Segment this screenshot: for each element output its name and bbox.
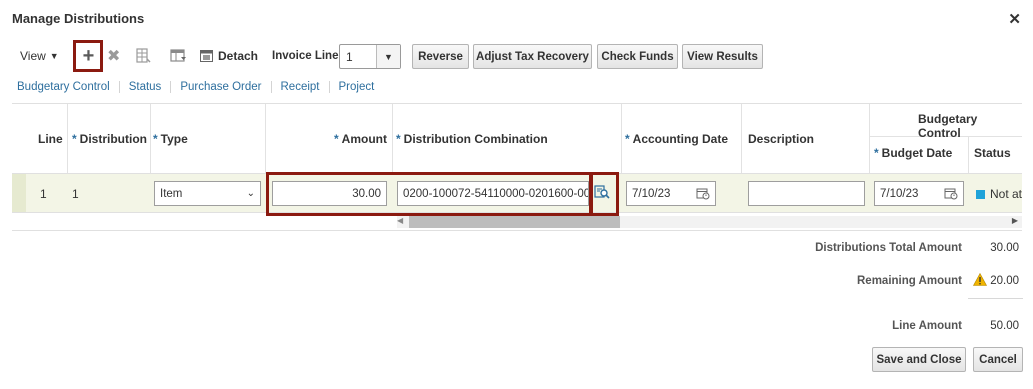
row-line: 1 [40,187,47,201]
type-select[interactable]: Item ⌄ [154,181,261,206]
col-group-budgetary-control: Budgetary Control [918,112,978,140]
invoice-line-select[interactable]: 1 ▼ [339,44,401,69]
col-status: Status [974,146,1011,160]
tab-project[interactable]: Project [330,81,384,93]
split-icon[interactable] [135,40,151,72]
col-description: Description [748,132,815,146]
col-amount: * Amount [334,132,387,146]
amount-combination-highlight [266,172,593,216]
distributions-total-label: Distributions Total Amount [815,242,962,254]
col-distribution-combination: * Distribution Combination [396,132,548,146]
close-icon[interactable]: ✕ [1008,10,1021,28]
calendar-icon[interactable] [696,187,710,200]
warning-icon [973,273,987,286]
status-indicator-icon [976,190,985,200]
line-amount-value: 50.00 [990,320,1019,332]
scroll-thumb[interactable] [409,216,620,228]
freeze-icon[interactable] [170,40,188,72]
reverse-button[interactable]: Reverse [412,44,469,69]
caret-down-icon: ▼ [49,51,59,61]
horizontal-scrollbar[interactable]: ◀ ▶ [12,214,1022,229]
col-budget-date: * Budget Date [874,146,953,160]
detach-label: Detach [218,49,259,63]
adjust-tax-recovery-button[interactable]: Adjust Tax Recovery [473,44,592,69]
search-icon-highlight [589,172,619,216]
view-menu[interactable]: View ▼ [20,40,59,72]
toolbar: View ▼ + ✖ Detach Invoice Line 1 ▼ Rever… [0,40,1033,74]
scroll-left-icon[interactable]: ◀ [397,216,403,225]
status-cell: Not atte [976,187,1022,201]
detach-icon [200,50,213,62]
col-line: Line [38,132,63,146]
tab-budgetary-control[interactable]: Budgetary Control [0,81,120,93]
table-header: Line * Distribution * Type * Amount * Distri… [12,103,1022,174]
detach-button[interactable]: Detach [200,40,258,72]
col-type: * Type [153,132,188,146]
line-amount-label: Line Amount [892,320,962,332]
remaining-amount-label: Remaining Amount [857,275,962,287]
cancel-button[interactable]: Cancel [973,347,1023,372]
budget-date-input[interactable]: 7/10/23 [874,181,964,206]
view-results-button[interactable]: View Results [682,44,763,69]
add-icon-highlight [73,40,103,72]
dropdown-arrow-icon[interactable]: ▼ [376,45,400,68]
col-distribution: * Distribution [72,132,147,146]
col-accounting-date: * Accounting Date [625,132,729,146]
tab-receipt[interactable]: Receipt [272,81,330,93]
scroll-right-icon[interactable]: ▶ [1012,216,1018,225]
tab-purchase-order[interactable]: Purchase Order [171,81,272,93]
chevron-down-icon: ⌄ [246,188,255,199]
view-menu-label: View [20,49,46,63]
remaining-amount-value: 20.00 [990,275,1019,287]
dialog-title: Manage Distributions [12,11,145,26]
calendar-icon[interactable] [944,187,958,200]
save-and-close-button[interactable]: Save and Close [872,347,966,372]
distributions-total-value: 30.00 [990,242,1019,254]
detail-tabs: Budgetary Control Status Purchase Order … [0,78,383,96]
invoice-line-label: Invoice Line [272,50,339,62]
row-distribution: 1 [72,187,79,201]
description-input[interactable] [748,181,865,206]
tab-status[interactable]: Status [120,81,172,93]
row-selector[interactable] [12,174,26,212]
delete-icon[interactable]: ✖ [107,40,120,72]
invoice-line-value: 1 [346,50,353,64]
check-funds-button[interactable]: Check Funds [597,44,678,69]
accounting-date-input[interactable]: 7/10/23 [626,181,716,206]
